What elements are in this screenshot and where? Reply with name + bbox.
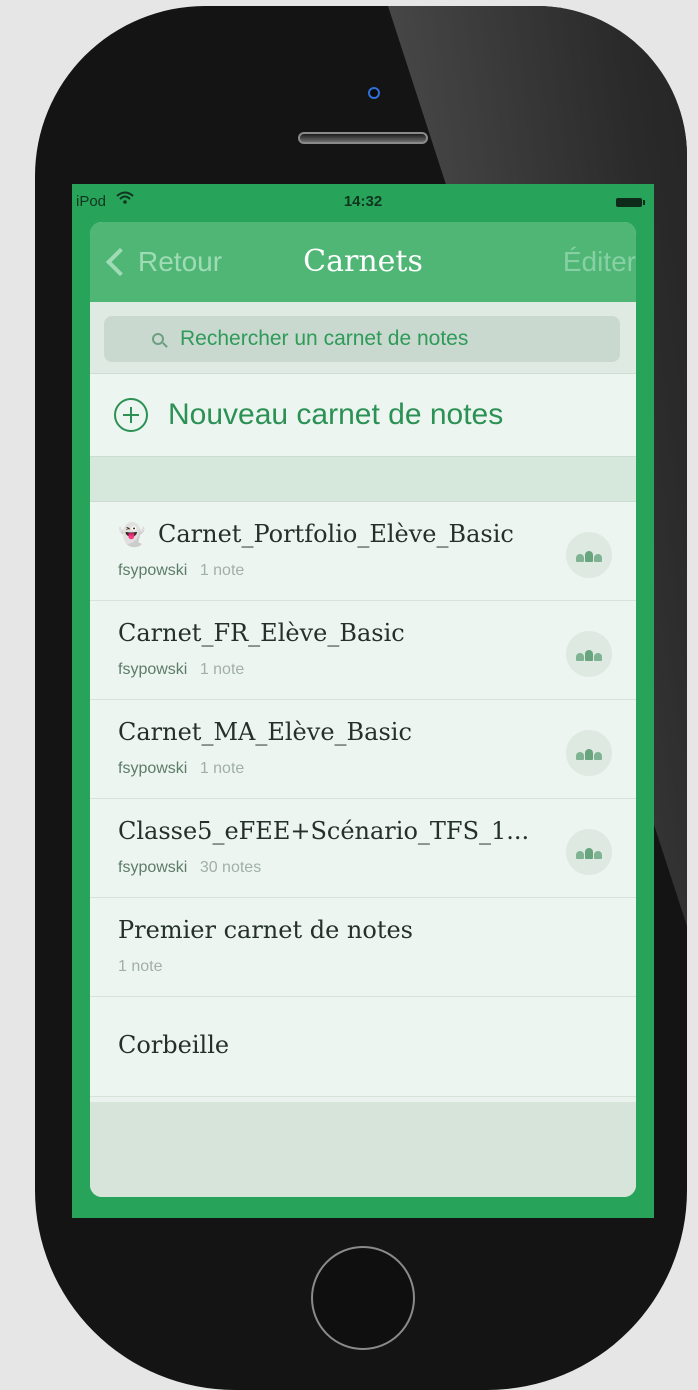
device-screen: iPod 14:32 Retour Carnets Éditer Recherc… — [72, 184, 654, 1218]
notebook-row[interactable]: 👻 Carnet_Portfolio_Elève_Basic fsypowski … — [90, 502, 636, 601]
notebook-row[interactable]: Classe5_eFEE+Scénario_TFS_1... fsypowski… — [90, 799, 636, 898]
notebook-note-count: 1 note — [199, 562, 245, 579]
notebook-owner: fsypowski — [118, 661, 188, 678]
notebook-owner: fsypowski — [118, 760, 188, 777]
notebook-owner: fsypowski — [118, 859, 188, 876]
notebook-row[interactable]: Carnet_MA_Elève_Basic fsypowski 1 note — [90, 700, 636, 799]
notebook-note-count: 30 notes — [199, 859, 262, 876]
section-divider — [90, 456, 636, 502]
search-area — [90, 302, 636, 374]
search-box[interactable] — [104, 316, 620, 362]
new-notebook-button[interactable]: Nouveau carnet de notes — [90, 374, 636, 456]
search-icon — [152, 333, 164, 345]
battery-icon — [616, 198, 645, 207]
shared-notebook-button[interactable] — [566, 730, 612, 776]
people-icon — [576, 647, 602, 661]
notebook-name: Classe5_eFEE+Scénario_TFS_1... — [118, 817, 530, 845]
people-icon — [576, 746, 602, 760]
notebook-list: 👻 Carnet_Portfolio_Elève_Basic fsypowski … — [90, 502, 636, 1097]
notebook-owner: fsypowski — [118, 562, 188, 579]
status-bar: iPod 14:32 — [72, 184, 654, 220]
trash-row[interactable]: Corbeille — [90, 997, 636, 1097]
notebook-meta: 1 note — [118, 958, 162, 976]
shared-notebook-button[interactable] — [566, 532, 612, 578]
home-button[interactable] — [311, 1246, 415, 1350]
notebook-meta: fsypowski 1 note — [118, 661, 244, 679]
notebook-name: Carnet_MA_Elève_Basic — [118, 718, 412, 746]
search-input[interactable] — [178, 326, 572, 352]
navigation-bar: Retour Carnets Éditer — [90, 222, 636, 302]
shared-notebook-button[interactable] — [566, 631, 612, 677]
notebook-note-count: 1 note — [199, 760, 245, 777]
empty-list-area — [90, 1102, 636, 1197]
notebook-name: Premier carnet de notes — [118, 916, 413, 944]
people-icon — [576, 548, 602, 562]
notebook-note-count: 1 note — [118, 958, 163, 975]
notebook-meta: fsypowski 1 note — [118, 760, 244, 778]
notebooks-panel: Retour Carnets Éditer Nouveau carnet de … — [90, 222, 636, 1197]
notebook-meta: fsypowski 1 note — [118, 562, 244, 580]
new-notebook-label: Nouveau carnet de notes — [168, 398, 504, 431]
trash-label: Corbeille — [118, 1031, 230, 1059]
notebook-row[interactable]: Carnet_FR_Elève_Basic fsypowski 1 note — [90, 601, 636, 700]
edit-button[interactable]: Éditer — [563, 246, 636, 278]
earpiece-speaker — [298, 132, 428, 144]
status-time: 14:32 — [343, 193, 383, 210]
front-camera — [368, 87, 380, 99]
notebook-row[interactable]: Premier carnet de notes 1 note — [90, 898, 636, 997]
page-title: Carnets — [303, 244, 423, 279]
shared-notebook-button[interactable] — [566, 829, 612, 875]
notebook-meta: fsypowski 30 notes — [118, 859, 261, 877]
ghost-avatar-icon: 👻 — [118, 523, 146, 548]
notebook-note-count: 1 note — [199, 661, 245, 678]
notebook-name-text: Carnet_Portfolio_Elève_Basic — [158, 520, 514, 548]
people-icon — [576, 845, 602, 859]
notebook-name: 👻 Carnet_Portfolio_Elève_Basic — [118, 520, 514, 548]
plus-circle-icon — [114, 398, 148, 432]
notebook-name: Carnet_FR_Elève_Basic — [118, 619, 405, 647]
